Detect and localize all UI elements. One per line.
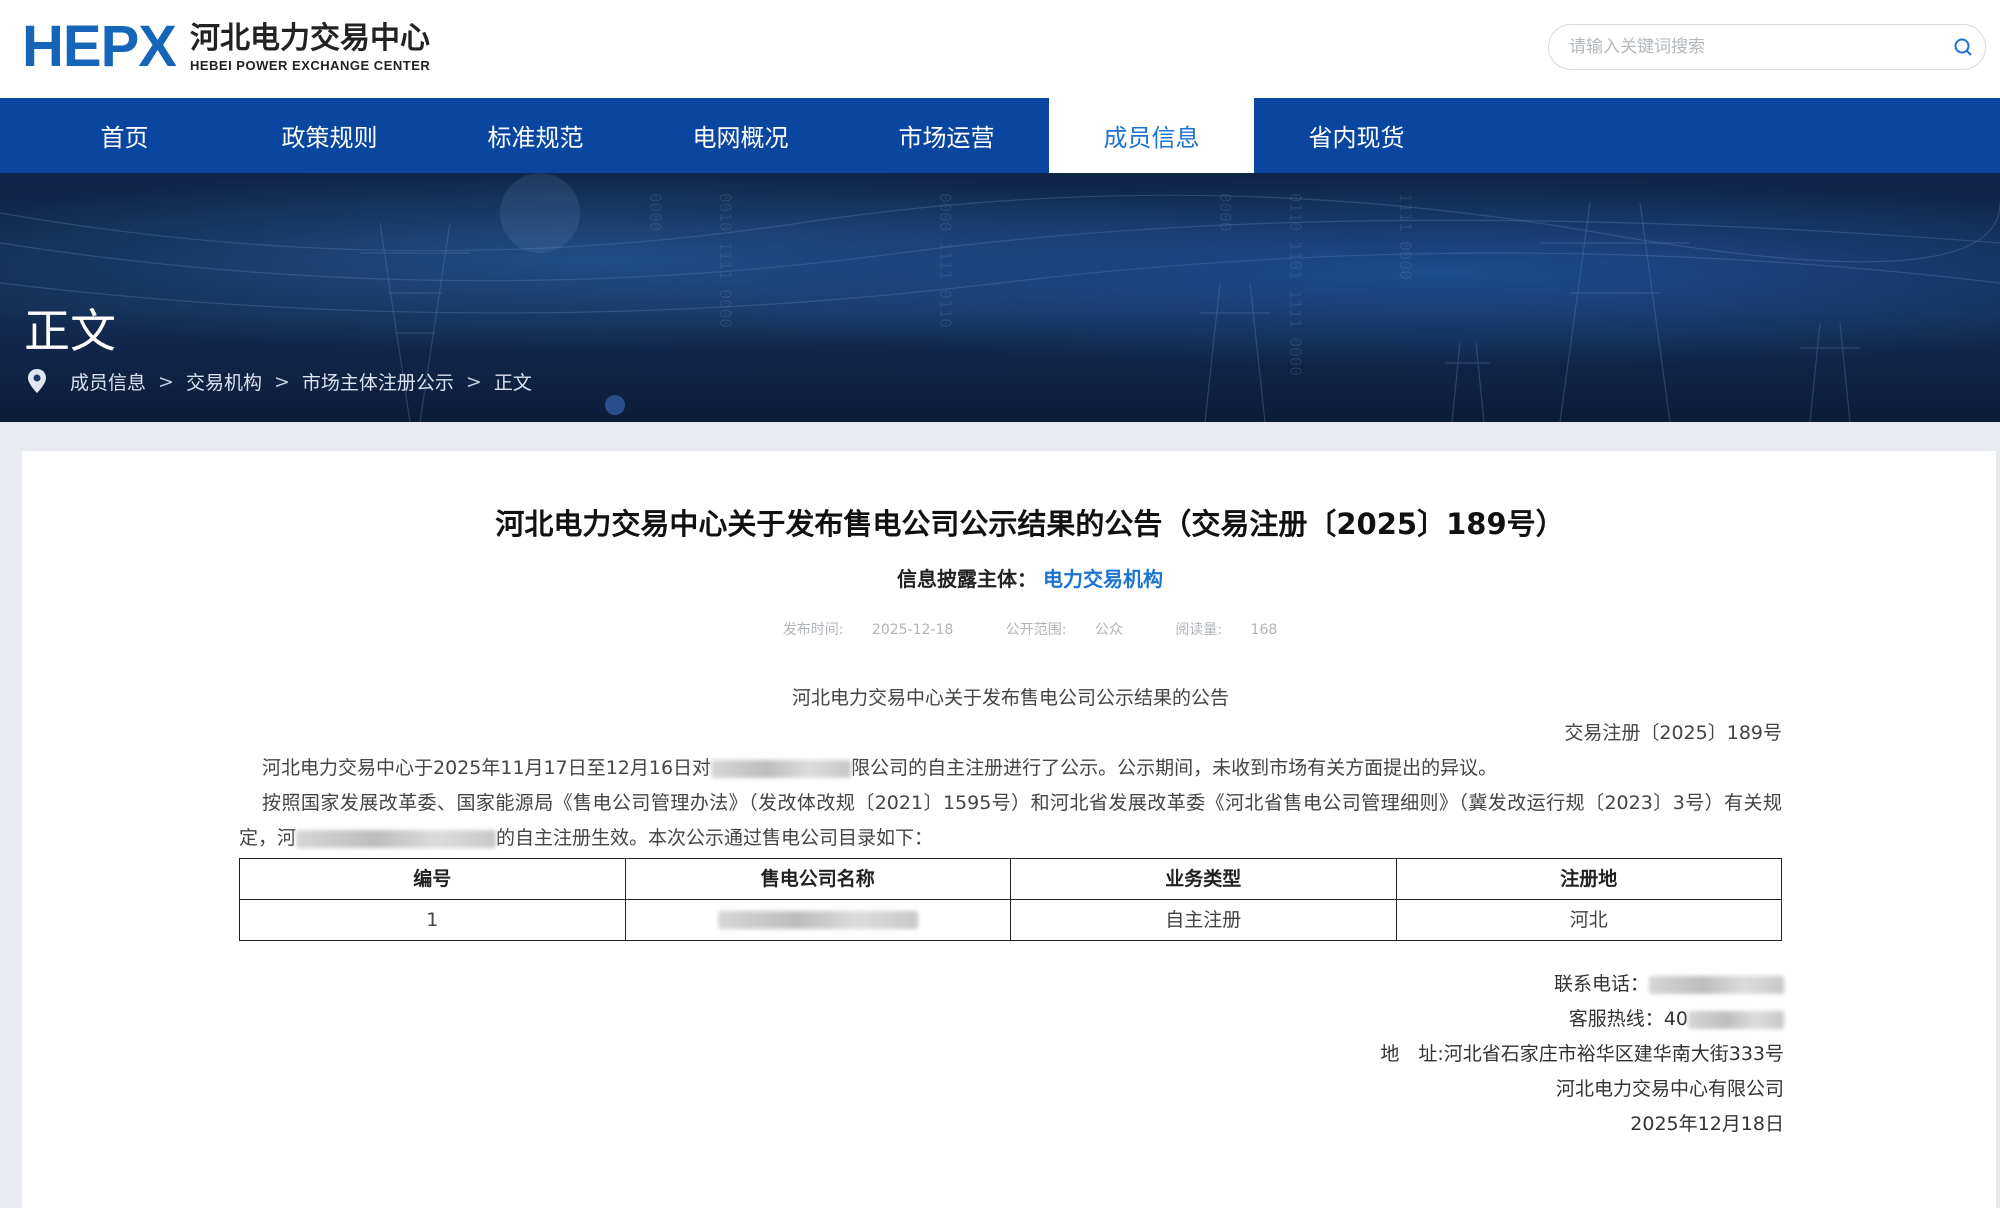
disclosure-subject: 信息披露主体： 电力交易机构: [22, 563, 2000, 592]
location-pin-icon: [26, 369, 48, 395]
logo-mark: HEPX: [22, 14, 177, 79]
site-logo[interactable]: HEPX 河北电力交易中心 HEBEI POWER EXCHANGE CENTE…: [22, 18, 430, 76]
search-icon[interactable]: [1951, 35, 1975, 59]
contact-phone: 联系电话：: [1380, 967, 1784, 1002]
cell-business-type: 自主注册: [1010, 899, 1397, 941]
breadcrumb-separator: >: [158, 370, 174, 393]
cell-company: [624, 899, 1011, 941]
breadcrumb: 成员信息 > 交易机构 > 市场主体注册公示 > 正文: [26, 368, 532, 395]
redacted-phone: [1649, 975, 1784, 994]
nav-item-policy-rules[interactable]: 政策规则: [227, 98, 432, 173]
breadcrumb-separator: >: [273, 370, 290, 393]
breadcrumb-trading-institution[interactable]: 交易机构: [186, 368, 262, 395]
nav-item-standards[interactable]: 标准规范: [433, 98, 638, 173]
table-row: 1 自主注册 河北: [239, 899, 1782, 941]
main-nav: 首页 政策规则 标准规范 电网概况 市场运营 成员信息 省内现货: [0, 98, 2000, 173]
breadcrumb-separator: >: [465, 370, 482, 393]
site-header: HEPX 河北电力交易中心 HEBEI POWER EXCHANGE CENTE…: [0, 0, 2000, 98]
page-banner: 0000 0010 1111 0000 0000 1111 0110 0000 …: [0, 173, 2000, 422]
logo-chinese-name: 河北电力交易中心: [189, 20, 430, 56]
organization-name: 河北电力交易中心有限公司: [1555, 1078, 1784, 1100]
public-scope: 公开范围: 公众: [1005, 622, 1123, 638]
nav-item-member-info[interactable]: 成员信息: [1049, 98, 1254, 173]
svg-text:0110 1101 1111 0000: 0110 1101 1111 0000: [1286, 193, 1305, 376]
notice-heading: 河北电力交易中心关于发布售电公司公示结果的公告: [791, 687, 1229, 709]
column-header-number: 编号: [239, 858, 626, 900]
article-title: 河北电力交易中心关于发布售电公司公示结果的公告（交易注册〔2025〕189号）: [495, 507, 1565, 541]
publish-time: 发布时间: 2025-12-18: [782, 622, 954, 638]
service-hotline: 客服热线：40: [1380, 1002, 1784, 1037]
contact-block: 联系电话： 客服热线：40 地 址:河北省石家庄市裕华区建华南大街333号 河北…: [1380, 967, 1784, 1142]
table-header-row: 编号 售电公司名称 业务类型 注册地: [239, 858, 1782, 900]
breadcrumb-registration-notice[interactable]: 市场主体注册公示: [302, 368, 454, 395]
read-count: 阅读量: 168: [1175, 622, 1278, 638]
disclosure-subject-link[interactable]: 电力交易机构: [1043, 567, 1163, 591]
search-box: [1548, 24, 1986, 70]
redacted-company-name: [717, 911, 918, 929]
nav-item-home[interactable]: 首页: [22, 98, 227, 173]
svg-text:0000: 0000: [646, 193, 665, 232]
cell-registration-place: 河北: [1395, 899, 1782, 941]
article-body: 河北电力交易中心关于发布售电公司公示结果的公告 交易注册〔2025〕189号 河…: [239, 681, 1782, 941]
breadcrumb-member-info[interactable]: 成员信息: [70, 368, 146, 395]
nav-item-spot-market[interactable]: 省内现货: [1254, 98, 1459, 173]
column-header-registration-place: 注册地: [1395, 858, 1782, 900]
column-header-company: 售电公司名称: [624, 858, 1011, 900]
nav-item-market-operation[interactable]: 市场运营: [844, 98, 1049, 173]
address: 地 址:河北省石家庄市裕华区建华南大街333号: [1380, 1043, 1784, 1065]
svg-text:1111 0000: 1111 0000: [1396, 193, 1415, 280]
paragraph-regulation: 按照国家发展改革委、国家能源局《售电公司管理办法》（发改体改规〔2021〕159…: [239, 792, 1782, 849]
nav-item-grid-overview[interactable]: 电网概况: [638, 98, 843, 173]
svg-text:0000: 0000: [1216, 193, 1235, 232]
search-input[interactable]: [1569, 25, 1929, 69]
redacted-hotline: [1688, 1010, 1784, 1029]
svg-text:0010 1111 0000: 0010 1111 0000: [716, 193, 735, 328]
company-table: 编号 售电公司名称 业务类型 注册地 1 自主注册 河北: [239, 858, 1782, 941]
redacted-company-name: [296, 829, 497, 848]
notice-date: 2025年12月18日: [1630, 1113, 1784, 1135]
paragraph-publicity: 河北电力交易中心于2025年11月17日至12月16日对 限公司的自主注册进行了公…: [262, 757, 1498, 779]
banner-title: 正文: [24, 304, 116, 358]
article-card: 河北电力交易中心关于发布售电公司公示结果的公告（交易注册〔2025〕189号） …: [22, 451, 1996, 1208]
column-header-business-type: 业务类型: [1010, 858, 1397, 900]
disclosure-subject-label: 信息披露主体：: [897, 567, 1037, 591]
cell-number: 1: [239, 899, 626, 941]
redacted-company-name: [711, 759, 852, 778]
document-number: 交易注册〔2025〕189号: [1564, 722, 1782, 744]
logo-english-name: HEBEI POWER EXCHANGE CENTER: [189, 57, 431, 73]
svg-text:0000 1111 0110: 0000 1111 0110: [936, 193, 955, 328]
logo-text: 河北电力交易中心 HEBEI POWER EXCHANGE CENTER: [190, 22, 430, 73]
article-meta: 发布时间: 2025-12-18 公开范围: 公众 阅读量: 168: [22, 619, 2000, 639]
breadcrumb-current: 正文: [493, 372, 532, 394]
